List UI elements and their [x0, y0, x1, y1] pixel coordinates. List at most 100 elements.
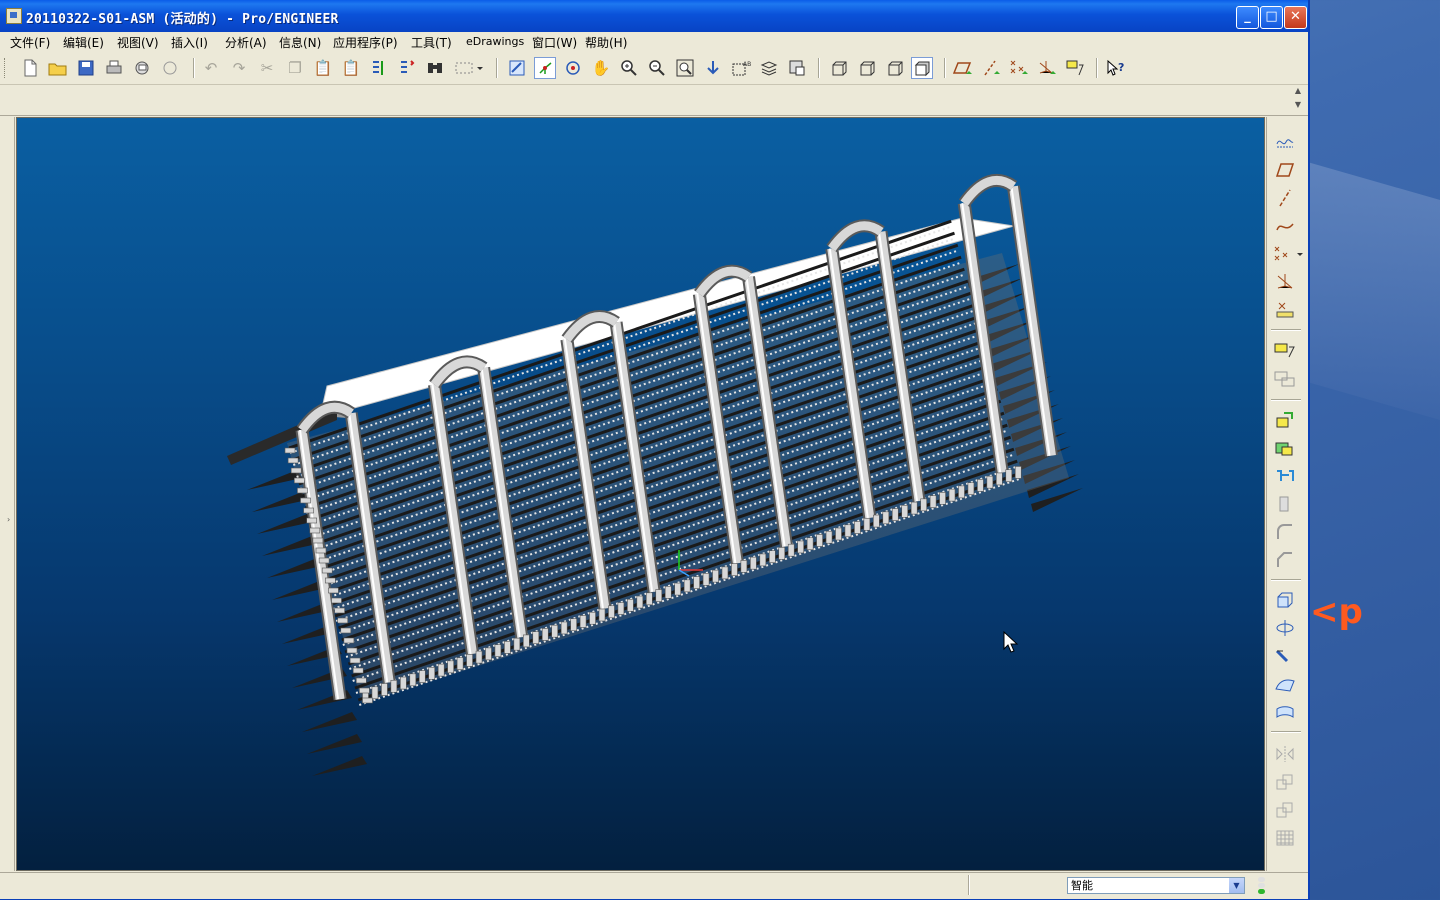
skeleton-icon[interactable] — [1273, 465, 1297, 487]
menu-info[interactable]: 信息(N) — [279, 34, 321, 51]
copy-feature-icon[interactable] — [1273, 799, 1297, 821]
menu-insert[interactable]: 插入(I) — [171, 34, 208, 51]
datum-planes-icon[interactable] — [952, 57, 974, 79]
send-icon[interactable] — [159, 57, 181, 79]
new-file-icon[interactable] — [19, 57, 41, 79]
chevron-down-icon[interactable]: ▼ — [1229, 878, 1244, 893]
print-icon[interactable] — [103, 57, 125, 79]
dashboard-scroll[interactable]: ▲ ▼ — [1292, 86, 1304, 114]
tube-end — [371, 686, 379, 700]
refit-icon[interactable] — [674, 57, 696, 79]
paste-icon[interactable]: 📋 — [312, 57, 334, 79]
menu-edrawings[interactable]: eDrawings — [466, 35, 524, 48]
toolbar-grip[interactable] — [4, 58, 8, 78]
annotations-icon[interactable] — [1064, 57, 1086, 79]
pattern-icon[interactable] — [1273, 771, 1297, 793]
assemble-component-icon[interactable] — [1273, 339, 1297, 361]
title-bar[interactable]: 20110322-S01-ASM (活动的) - Pro/ENGINEER _ … — [0, 0, 1308, 32]
chamfer-icon[interactable] — [1273, 549, 1297, 571]
copy-icon[interactable]: ❐ — [284, 57, 306, 79]
hole-icon[interactable] — [1273, 493, 1297, 515]
sweep-icon[interactable] — [1273, 645, 1297, 667]
layers-icon[interactable] — [758, 57, 780, 79]
traffic-light-green — [1257, 889, 1265, 894]
pan-icon[interactable]: ✋ — [590, 57, 612, 79]
expand-arrow-icon[interactable]: › — [7, 515, 10, 524]
selection-filter-dropdown[interactable]: 智能 ▼ — [1067, 877, 1245, 894]
maximize-button[interactable]: □ — [1260, 6, 1283, 29]
grid-icon[interactable] — [1273, 827, 1297, 849]
wireframe-icon[interactable] — [828, 57, 850, 79]
menu-help[interactable]: 帮助(H) — [585, 34, 627, 51]
context-help-icon[interactable]: ? — [1105, 57, 1127, 79]
status-bar: 智能 ▼ — [0, 872, 1308, 899]
orient-mode-icon[interactable] — [562, 57, 584, 79]
blend-icon[interactable] — [1273, 673, 1297, 695]
close-button[interactable]: ✕ — [1284, 6, 1307, 29]
coordinate-systems-icon[interactable] — [1036, 57, 1058, 79]
toolbar-separator — [1096, 58, 1098, 78]
tube-end — [996, 472, 1003, 486]
graphics-window[interactable] — [16, 117, 1265, 871]
menu-edit[interactable]: 编辑(E) — [63, 34, 104, 51]
tube-end — [787, 543, 795, 557]
datum-curve-icon[interactable] — [1273, 215, 1297, 237]
tube-end — [352, 667, 364, 674]
surface-icon[interactable] — [1273, 701, 1297, 723]
tube-end — [579, 615, 587, 628]
menu-applications[interactable]: 应用程序(P) — [333, 34, 398, 51]
menu-file[interactable]: 文件(F) — [10, 34, 50, 51]
selection-box-icon[interactable] — [452, 57, 486, 79]
datum-axes-icon[interactable] — [980, 57, 1002, 79]
paste-special-icon[interactable]: 📋 — [340, 57, 362, 79]
cut-icon[interactable] — [1273, 437, 1297, 459]
insert-shell-icon[interactable] — [1273, 409, 1297, 431]
view-manager-icon[interactable] — [786, 57, 808, 79]
hidden-line-icon[interactable] — [856, 57, 878, 79]
datum-point-icon[interactable] — [1273, 243, 1303, 265]
zoom-in-icon[interactable] — [618, 57, 640, 79]
menu-view[interactable]: 视图(V) — [117, 34, 159, 51]
menu-analysis[interactable]: 分析(A) — [225, 34, 267, 51]
navigator-collapse-strip[interactable]: › — [4, 117, 15, 871]
undo-icon[interactable]: ↶ — [200, 57, 222, 79]
save-icon[interactable] — [75, 57, 97, 79]
minimize-button[interactable]: _ — [1236, 6, 1259, 29]
datum-plane-icon[interactable] — [1273, 159, 1297, 181]
analysis-feature-icon[interactable] — [1273, 299, 1297, 321]
mirror-icon[interactable] — [1273, 743, 1297, 765]
saved-views-icon[interactable]: AB — [730, 57, 752, 79]
menu-tools[interactable]: 工具(T) — [411, 34, 452, 51]
tube-end — [655, 589, 663, 602]
redo-icon[interactable]: ↷ — [228, 57, 250, 79]
reorient-icon[interactable] — [702, 57, 724, 79]
datum-axis-icon[interactable] — [1273, 187, 1297, 209]
regenerate-manager-icon[interactable] — [396, 57, 418, 79]
no-hidden-icon[interactable] — [884, 57, 906, 79]
extrude-icon[interactable] — [1273, 589, 1297, 611]
spin-center-icon[interactable] — [534, 57, 556, 79]
round-icon[interactable] — [1273, 521, 1297, 543]
find-icon[interactable] — [424, 57, 446, 79]
open-folder-icon[interactable] — [47, 57, 69, 79]
shading-icon[interactable] — [911, 57, 933, 79]
menu-window[interactable]: 窗口(W) — [532, 34, 577, 51]
email-icon[interactable] — [131, 57, 153, 79]
cut-icon[interactable]: ✂ — [256, 57, 278, 79]
revolve-icon[interactable] — [1273, 617, 1297, 639]
scroll-down-icon[interactable]: ▼ — [1292, 100, 1304, 114]
create-component-icon[interactable] — [1273, 367, 1297, 389]
coordinate-system-icon[interactable] — [1273, 271, 1297, 293]
zoom-out-icon[interactable] — [646, 57, 668, 79]
tube-end — [617, 602, 625, 615]
repaint-icon[interactable] — [506, 57, 528, 79]
datum-points-icon[interactable] — [1008, 57, 1030, 79]
scroll-up-icon[interactable]: ▲ — [1292, 86, 1304, 100]
fin-left — [262, 536, 317, 556]
datum-curve-sketch-icon[interactable] — [1273, 131, 1297, 153]
app-icon[interactable] — [6, 8, 22, 24]
tube-end — [560, 621, 568, 635]
regenerate-icon[interactable] — [368, 57, 390, 79]
tube-end — [428, 667, 436, 680]
tube-end — [589, 611, 596, 625]
